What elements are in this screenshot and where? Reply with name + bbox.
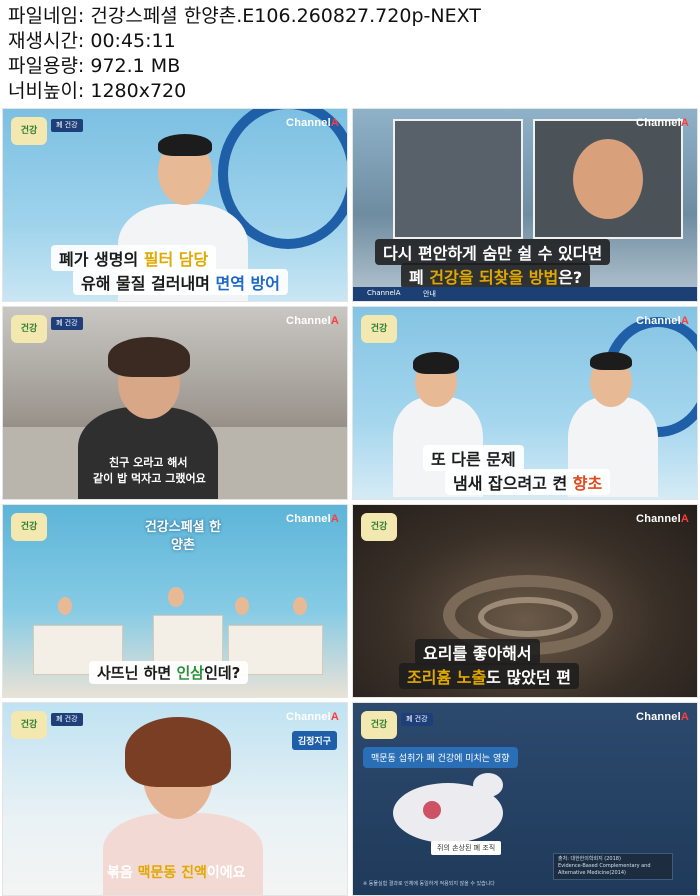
show-logo-icon: 건강 — [361, 711, 397, 739]
caption-line-2: 냄새 잡으려고 켠 향초 — [445, 469, 611, 495]
channel-logo: ChannelA — [286, 117, 339, 129]
footnote: ※ 동물실험 결과로 인체에 동일하게 적용되지 않을 수 있습니다 — [363, 881, 495, 887]
caption-line-2: 폐 건강을 되찾을 방법은? — [401, 263, 591, 289]
source-box: 출처: 대한한의학회지 (2018) Evidence-Based Comple… — [553, 853, 673, 880]
show-logo-icon: 건강 — [11, 513, 47, 541]
thumbnail-2[interactable]: ChannelA 다시 편안하게 숨만 쉴 수 있다면 폐 건강을 되찾을 방법… — [352, 108, 698, 302]
size-label: 파일용량: — [8, 55, 85, 77]
mouse-caption: 쥐의 손상된 폐 조직 — [431, 841, 502, 855]
caption-line-2: 유해 물질 걸러내며 면역 방어 — [73, 269, 288, 295]
show-logo-icon: 건강 — [361, 513, 397, 541]
caption-line-2: 같이 밥 먹자고 그랬어요 — [93, 472, 206, 485]
caption-line-1: 또 다른 문제 — [423, 445, 524, 471]
channel-logo: ChannelA — [636, 513, 689, 525]
show-logo-icon: 건강 — [11, 117, 47, 145]
caption: 볶음 맥문동 진액이에요 — [107, 865, 246, 881]
name-tag: 김정지구 — [291, 731, 337, 750]
topic-banner: 폐 건강 — [51, 317, 83, 330]
thumbnail-5[interactable]: 건강스페셜 한양촌 건강 ChannelA 사뜨닌 하면 인삼인데? — [2, 504, 348, 698]
thumbnail-6[interactable]: 건강 ChannelA 요리를 좋아해서 조리흄 노출도 많았던 편 — [352, 504, 698, 698]
filename-row: 파일네임: 건강스페셜 한양촌.E106.260827.720p-NEXT — [8, 4, 692, 29]
thumbnail-grid: 건강 폐 건강 ChannelA 폐가 생명의 필터 담당 유해 물질 걸러내며… — [0, 106, 700, 896]
duration-label: 재생시간: — [8, 30, 85, 52]
resolution-label: 너비높이: — [8, 80, 85, 102]
thumbnail-7[interactable]: 건강 폐 건강 ChannelA 김정지구 볶음 맥문동 진액이에요 — [2, 702, 348, 896]
size-row: 파일용량: 972.1 MB — [8, 54, 692, 79]
resolution-value: 1280x720 — [90, 80, 187, 102]
channel-logo: ChannelA — [286, 315, 339, 327]
topic-banner: 폐 건강 — [51, 119, 83, 132]
studio-desk-center — [153, 615, 223, 665]
topic-banner: 폐 건강 — [51, 713, 83, 726]
thumbnail-8[interactable]: 건강 폐 건강 ChannelA 맥문동 섭취가 폐 건강에 미치는 영향 쥐의… — [352, 702, 698, 896]
channel-logo: ChannelA — [286, 513, 339, 525]
bottom-info-bar: ChannelA 안내 — [353, 287, 697, 301]
thumbnail-3[interactable]: 건강 폐 건강 ChannelA 친구 오라고 해서 같이 밥 먹자고 그랬어요 — [2, 306, 348, 500]
thumbnail-1[interactable]: 건강 폐 건강 ChannelA 폐가 생명의 필터 담당 유해 물질 걸러내며… — [2, 108, 348, 302]
guest-figure — [103, 813, 263, 895]
duration-row: 재생시간: 00:45:11 — [8, 29, 692, 54]
caption-line-2: 조리흄 노출도 많았던 편 — [399, 663, 579, 689]
caption: 사뜨닌 하면 인삼인데? — [89, 661, 249, 684]
file-info-panel: 파일네임: 건강스페셜 한양촌.E106.260827.720p-NEXT 재생… — [8, 4, 692, 104]
caption-line-1: 다시 편안하게 숨만 쉴 수 있다면 — [375, 239, 611, 265]
panel-title: 맥문동 섭취가 폐 건강에 미치는 영향 — [363, 747, 518, 768]
filename-value: 건강스페셜 한양촌.E106.260827.720p-NEXT — [90, 5, 481, 27]
duration-value: 00:45:11 — [90, 30, 176, 52]
show-logo-icon: 건강 — [11, 315, 47, 343]
caption-line-1: 요리를 좋아해서 — [415, 639, 540, 665]
studio-title: 건강스페셜 한양촌 — [144, 520, 222, 553]
channel-logo: ChannelA — [636, 315, 689, 327]
resolution-row: 너비높이: 1280x720 — [8, 79, 692, 104]
show-logo-icon: 건강 — [361, 315, 397, 343]
show-logo-icon: 건강 — [11, 711, 47, 739]
size-value: 972.1 MB — [90, 55, 181, 77]
patient-image-left — [393, 119, 523, 239]
caption-line-1: 폐가 생명의 필터 담당 — [51, 245, 217, 271]
channel-logo: ChannelA — [636, 117, 689, 129]
channel-logo: ChannelA — [636, 711, 689, 723]
lung-tissue-mark — [423, 801, 441, 819]
topic-banner: 폐 건강 — [401, 713, 433, 726]
thumbnail-4[interactable]: 건강 ChannelA 또 다른 문제 냄새 잡으려고 켠 향초 — [352, 306, 698, 500]
filename-label: 파일네임: — [8, 5, 85, 27]
channel-logo: ChannelA — [286, 711, 339, 723]
